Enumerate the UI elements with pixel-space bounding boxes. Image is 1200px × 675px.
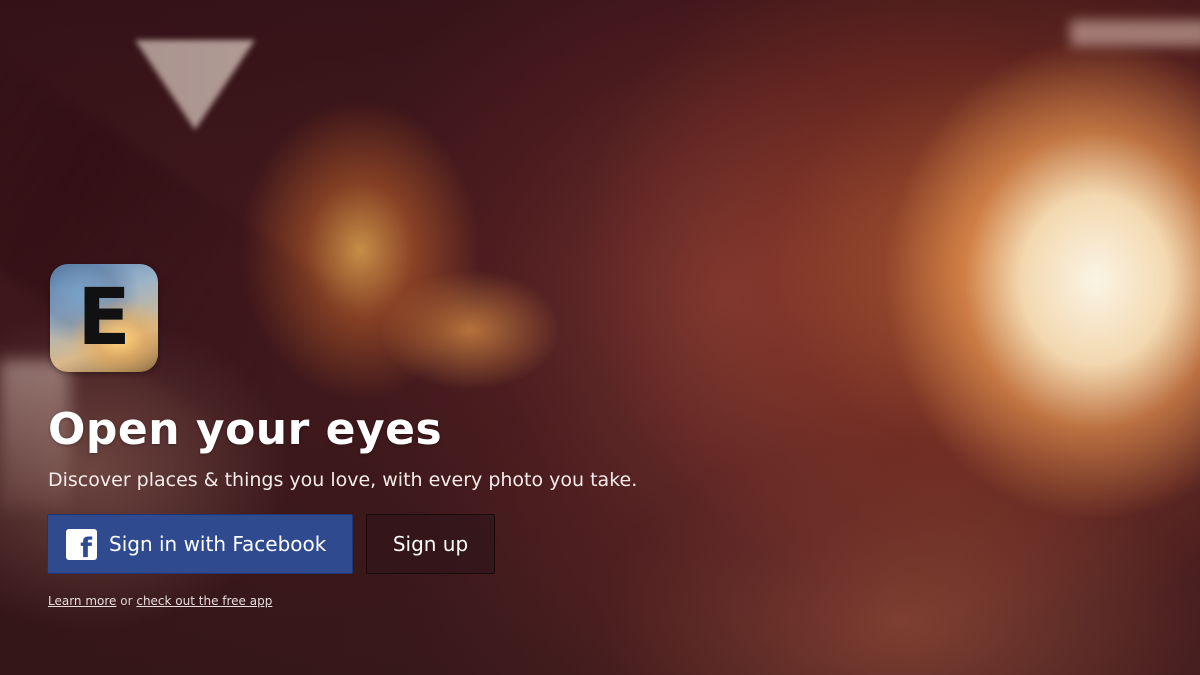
page-title: Open your eyes bbox=[48, 404, 443, 455]
facebook-button-label: Sign in with Facebook bbox=[109, 532, 327, 556]
sign-up-button[interactable]: Sign up bbox=[366, 514, 495, 574]
facebook-icon-glyph: f bbox=[80, 532, 92, 564]
sign-in-with-facebook-button[interactable]: f Sign in with Facebook bbox=[47, 514, 353, 574]
free-app-link[interactable]: check out the free app bbox=[136, 594, 272, 608]
tagline: Discover places & things you love, with … bbox=[48, 469, 638, 491]
footer-separator: or bbox=[116, 594, 137, 608]
app-logo-letter: E bbox=[77, 273, 131, 363]
facebook-icon: f bbox=[66, 528, 97, 564]
landing-page: E Open your eyes Discover places & thing… bbox=[0, 0, 1200, 675]
sign-up-button-label: Sign up bbox=[392, 532, 469, 556]
footer-links: Learn more or check out the free app bbox=[48, 594, 272, 608]
app-logo-icon: E bbox=[50, 264, 158, 372]
learn-more-link[interactable]: Learn more bbox=[48, 594, 116, 608]
